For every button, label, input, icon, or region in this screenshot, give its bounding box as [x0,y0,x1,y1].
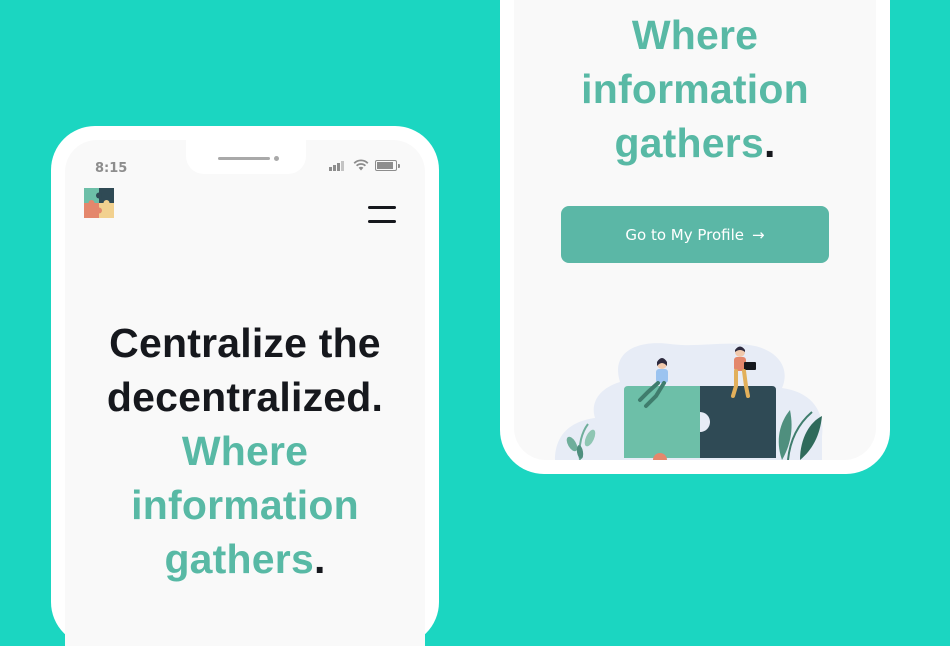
status-time: 8:15 [95,161,128,176]
headline-line-4: information [581,66,809,112]
battery-icon [375,160,400,171]
cta-label: Go to My Profile [625,225,745,244]
headline-line-1: Centralize the [109,320,381,366]
go-to-profile-button[interactable]: Go to My Profile → [561,206,829,263]
phone-left: 8:15 Centralize the decentralized. Where… [51,126,439,646]
logo-puzzle-icon[interactable] [84,188,114,218]
notch [186,140,306,174]
headline-line-5: gathers. [614,120,776,166]
hero-headline: Centralize the decentralized. Where info… [65,316,425,586]
headline-line-3: Where [181,428,309,474]
hero-headline-continued: Where information gathers. [514,8,876,170]
wifi-icon [353,159,369,171]
hamburger-menu-icon[interactable] [368,206,396,230]
headline-line-3: Where [631,12,759,58]
phone-right-screen: Where information gathers. Go to My Prof… [514,0,876,460]
status-icons [329,159,401,173]
speaker [218,157,270,160]
headline-line-5: gathers. [164,536,326,582]
phone-left-screen: 8:15 Centralize the decentralized. Where… [65,140,425,646]
arrow-right-icon: → [752,225,765,244]
camera [274,156,279,161]
phone-right: Where information gathers. Go to My Prof… [500,0,890,474]
headline-line-2: decentralized. [106,374,384,420]
puzzle-people-illustration [555,343,823,460]
headline-line-4: information [131,482,359,528]
signal-icon [329,161,347,171]
